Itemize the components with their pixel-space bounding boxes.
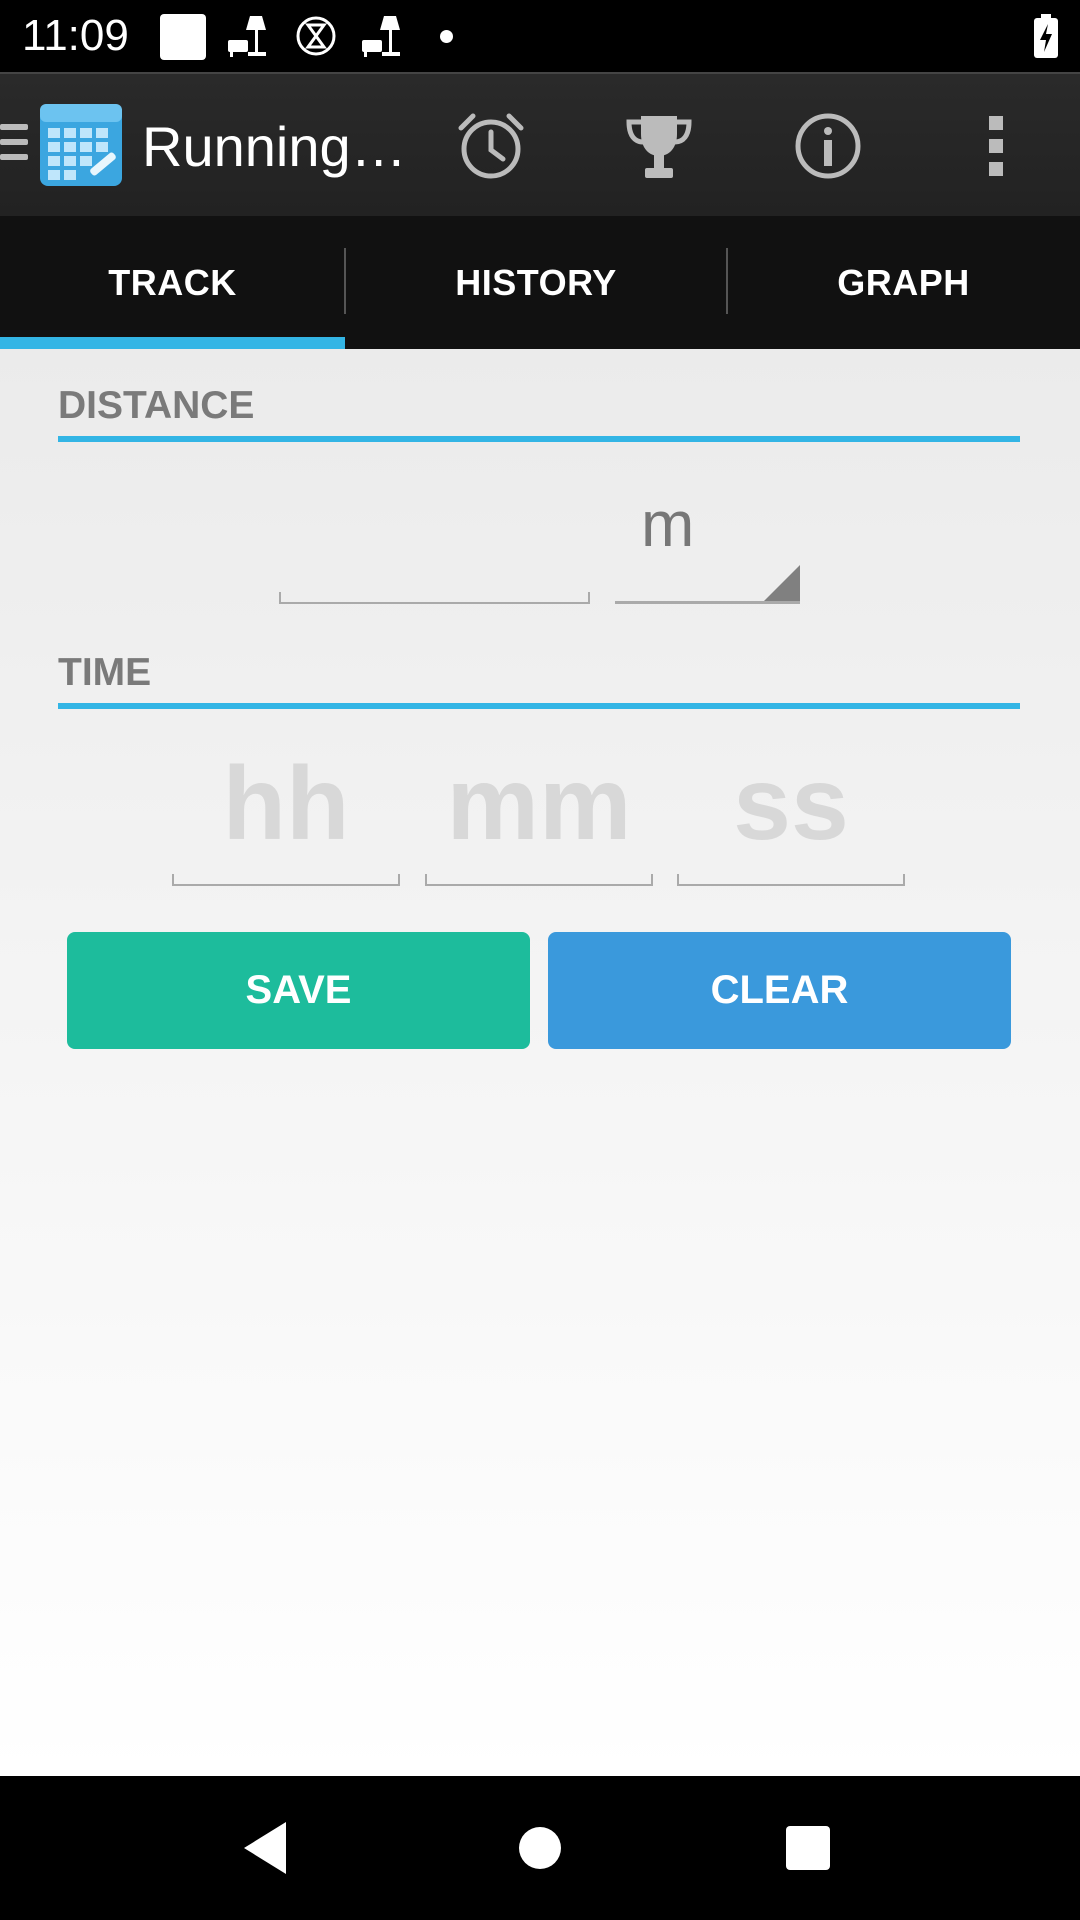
distance-unit-select[interactable]: m	[615, 479, 800, 604]
minutes-input-underline	[425, 874, 653, 886]
status-bar: 11:09	[0, 0, 1080, 72]
unit-select-underline	[615, 601, 800, 604]
time-header-label: TIME	[58, 651, 152, 694]
action-bar: Running…	[0, 72, 1080, 216]
tab-track[interactable]: TRACK	[0, 216, 345, 349]
distance-input-underline	[279, 592, 590, 604]
trophy-icon[interactable]	[623, 110, 695, 182]
recents-icon[interactable]	[776, 1816, 840, 1880]
seconds-placeholder: ss	[733, 746, 849, 862]
tab-bar: TRACK HISTORY GRAPH	[0, 216, 1080, 349]
distance-section-header: DISTANCE	[58, 349, 1020, 442]
tab-history[interactable]: HISTORY	[345, 216, 727, 349]
hours-input[interactable]: hh	[172, 739, 400, 886]
lamp-icon	[228, 16, 266, 57]
square-notification-icon	[160, 14, 206, 60]
seconds-input[interactable]: ss	[677, 739, 905, 886]
track-content: DISTANCE m TIME hh mm ss SAVE CLEAR	[0, 349, 1080, 1776]
dot-icon	[440, 30, 453, 43]
distance-unit-value: m	[641, 488, 695, 560]
drawer-icon[interactable]	[0, 124, 28, 168]
minutes-input[interactable]: mm	[425, 739, 653, 886]
dropdown-triangle-icon	[764, 565, 800, 601]
hourglass-icon	[296, 16, 336, 56]
distance-header-label: DISTANCE	[58, 384, 255, 427]
app-title: Running…	[142, 115, 407, 178]
status-time: 11:09	[22, 11, 129, 60]
clear-button[interactable]: CLEAR	[548, 932, 1011, 1049]
hours-input-underline	[172, 874, 400, 886]
hours-placeholder: hh	[222, 746, 350, 862]
lamp-icon	[362, 16, 400, 57]
distance-input[interactable]	[279, 479, 590, 604]
tab-graph[interactable]: GRAPH	[727, 216, 1080, 349]
tab-selected-indicator	[0, 337, 345, 349]
battery-charging-icon	[1034, 14, 1058, 58]
overflow-menu-icon[interactable]	[960, 110, 1032, 182]
home-icon[interactable]	[508, 1816, 572, 1880]
app-logo-icon[interactable]	[38, 102, 126, 188]
time-section-header: TIME	[58, 617, 1020, 709]
minutes-placeholder: mm	[446, 746, 632, 862]
save-button[interactable]: SAVE	[67, 932, 530, 1049]
info-icon[interactable]	[792, 110, 864, 182]
navigation-bar	[0, 1776, 1080, 1920]
back-icon[interactable]	[236, 1816, 300, 1880]
alarm-clock-icon[interactable]	[455, 110, 527, 182]
seconds-input-underline	[677, 874, 905, 886]
